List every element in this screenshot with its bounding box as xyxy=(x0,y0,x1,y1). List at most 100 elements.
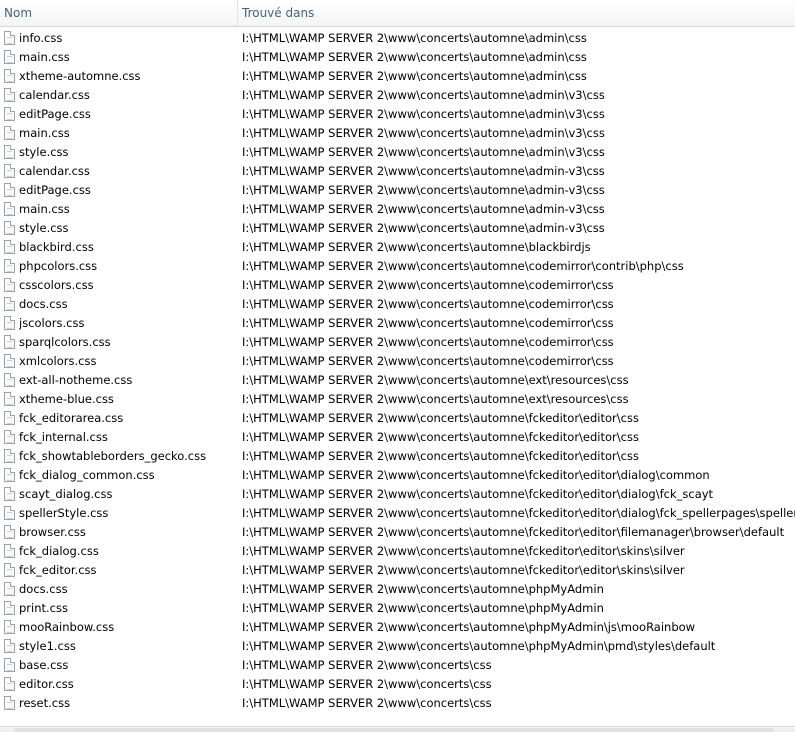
file-name: fck_editor.css xyxy=(19,563,97,577)
file-name: style.css xyxy=(19,145,69,159)
file-location: I:\HTML\WAMP SERVER 2\www\concerts\autom… xyxy=(242,544,685,558)
file-location: I:\HTML\WAMP SERVER 2\www\concerts\autom… xyxy=(242,639,716,653)
file-row[interactable]: blackbird.css I:\HTML\WAMP SERVER 2\www\c… xyxy=(0,238,795,257)
file-location: I:\HTML\WAMP SERVER 2\www\concerts\autom… xyxy=(242,69,587,83)
document-icon xyxy=(4,126,15,140)
file-row[interactable]: xtheme-automne.css I:\HTML\WAMP SERVER 2\… xyxy=(0,67,795,86)
file-location: I:\HTML\WAMP SERVER 2\www\concerts\autom… xyxy=(242,373,629,387)
document-icon xyxy=(4,278,15,292)
file-name: spellerStyle.css xyxy=(19,506,109,520)
file-location: I:\HTML\WAMP SERVER 2\www\concerts\autom… xyxy=(242,240,591,254)
column-header-bar: Nom Trouvé dans xyxy=(0,0,795,27)
file-row[interactable]: fck_internal.css I:\HTML\WAMP SERVER 2\ww… xyxy=(0,428,795,447)
file-location: I:\HTML\WAMP SERVER 2\www\concerts\autom… xyxy=(242,88,605,102)
document-icon xyxy=(4,145,15,159)
document-icon xyxy=(4,240,15,254)
file-name: editor.css xyxy=(19,677,74,691)
file-row[interactable]: fck_editorarea.css I:\HTML\WAMP SERVER 2\… xyxy=(0,409,795,428)
document-icon xyxy=(4,335,15,349)
file-location: I:\HTML\WAMP SERVER 2\www\concerts\autom… xyxy=(242,126,605,140)
document-icon xyxy=(4,658,15,672)
file-row[interactable]: docs.css I:\HTML\WAMP SERVER 2\www\concer… xyxy=(0,580,795,599)
file-row[interactable]: editPage.css I:\HTML\WAMP SERVER 2\www\co… xyxy=(0,105,795,124)
file-row[interactable]: fck_showtableborders_gecko.css I:\HTML\WA… xyxy=(0,447,795,466)
file-row[interactable]: sparqlcolors.css I:\HTML\WAMP SERVER 2\ww… xyxy=(0,333,795,352)
document-icon xyxy=(4,373,15,387)
file-name: fck_internal.css xyxy=(19,430,108,444)
file-name: ext-all-notheme.css xyxy=(19,373,133,387)
file-name: main.css xyxy=(19,50,70,64)
file-name: sparqlcolors.css xyxy=(19,335,111,349)
file-row[interactable]: xmlcolors.css I:\HTML\WAMP SERVER 2\www\c… xyxy=(0,352,795,371)
document-icon xyxy=(4,221,15,235)
file-location: I:\HTML\WAMP SERVER 2\www\concerts\autom… xyxy=(242,392,629,406)
file-name: xtheme-automne.css xyxy=(19,69,141,83)
file-row[interactable]: fck_dialog.css I:\HTML\WAMP SERVER 2\www\… xyxy=(0,542,795,561)
file-location: I:\HTML\WAMP SERVER 2\www\concerts\autom… xyxy=(242,145,605,159)
file-row[interactable]: docs.css I:\HTML\WAMP SERVER 2\www\concer… xyxy=(0,295,795,314)
document-icon xyxy=(4,430,15,444)
file-row[interactable]: phpcolors.css I:\HTML\WAMP SERVER 2\www\c… xyxy=(0,257,795,276)
file-location: I:\HTML\WAMP SERVER 2\www\concerts\autom… xyxy=(242,164,605,178)
file-location: I:\HTML\WAMP SERVER 2\www\concerts\autom… xyxy=(242,107,605,121)
column-header-location[interactable]: Trouvé dans xyxy=(238,0,795,26)
file-location: I:\HTML\WAMP SERVER 2\www\concerts\autom… xyxy=(242,316,614,330)
document-icon xyxy=(4,506,15,520)
file-name: browser.css xyxy=(19,525,86,539)
file-location: I:\HTML\WAMP SERVER 2\www\concerts\css xyxy=(242,658,492,672)
document-icon xyxy=(4,468,15,482)
file-row[interactable]: info.css I:\HTML\WAMP SERVER 2\www\concer… xyxy=(0,29,795,48)
document-icon xyxy=(4,88,15,102)
document-icon xyxy=(4,563,15,577)
file-row[interactable]: style1.css I:\HTML\WAMP SERVER 2\www\conc… xyxy=(0,637,795,656)
file-row[interactable]: calendar.css I:\HTML\WAMP SERVER 2\www\co… xyxy=(0,86,795,105)
document-icon xyxy=(4,297,15,311)
file-location: I:\HTML\WAMP SERVER 2\www\concerts\autom… xyxy=(242,582,604,596)
file-row[interactable]: editor.css I:\HTML\WAMP SERVER 2\www\conc… xyxy=(0,675,795,694)
document-icon xyxy=(4,183,15,197)
file-row[interactable]: main.css I:\HTML\WAMP SERVER 2\www\concer… xyxy=(0,200,795,219)
file-location: I:\HTML\WAMP SERVER 2\www\concerts\autom… xyxy=(242,202,605,216)
file-row[interactable]: browser.css I:\HTML\WAMP SERVER 2\www\con… xyxy=(0,523,795,542)
file-row[interactable]: reset.css I:\HTML\WAMP SERVER 2\www\conce… xyxy=(0,694,795,713)
file-row[interactable]: calendar.css I:\HTML\WAMP SERVER 2\www\co… xyxy=(0,162,795,181)
document-icon xyxy=(4,449,15,463)
column-header-name[interactable]: Nom xyxy=(0,0,238,26)
file-row[interactable]: style.css I:\HTML\WAMP SERVER 2\www\conce… xyxy=(0,219,795,238)
file-name: xmlcolors.css xyxy=(19,354,97,368)
file-row[interactable]: spellerStyle.css I:\HTML\WAMP SERVER 2\ww… xyxy=(0,504,795,523)
file-name: docs.css xyxy=(19,582,68,596)
file-location: I:\HTML\WAMP SERVER 2\www\concerts\css xyxy=(242,677,492,691)
horizontal-scrollbar-thumb[interactable] xyxy=(14,728,774,732)
document-icon xyxy=(4,50,15,64)
file-name: scayt_dialog.css xyxy=(19,487,113,501)
file-row[interactable]: scayt_dialog.css I:\HTML\WAMP SERVER 2\ww… xyxy=(0,485,795,504)
file-location: I:\HTML\WAMP SERVER 2\www\concerts\autom… xyxy=(242,525,785,539)
file-row[interactable]: main.css I:\HTML\WAMP SERVER 2\www\concer… xyxy=(0,48,795,67)
file-row[interactable]: ext-all-notheme.css I:\HTML\WAMP SERVER 2… xyxy=(0,371,795,390)
file-name: base.css xyxy=(19,658,69,672)
file-row[interactable]: style.css I:\HTML\WAMP SERVER 2\www\conce… xyxy=(0,143,795,162)
file-location: I:\HTML\WAMP SERVER 2\www\concerts\autom… xyxy=(242,259,684,273)
file-row[interactable]: jscolors.css I:\HTML\WAMP SERVER 2\www\co… xyxy=(0,314,795,333)
file-row[interactable]: mooRainbow.css I:\HTML\WAMP SERVER 2\www\… xyxy=(0,618,795,637)
file-name: fck_showtableborders_gecko.css xyxy=(19,449,207,463)
file-row[interactable]: base.css I:\HTML\WAMP SERVER 2\www\concer… xyxy=(0,656,795,675)
file-row[interactable]: fck_editor.css I:\HTML\WAMP SERVER 2\www\… xyxy=(0,561,795,580)
file-row[interactable]: editPage.css I:\HTML\WAMP SERVER 2\www\co… xyxy=(0,181,795,200)
file-row[interactable]: main.css I:\HTML\WAMP SERVER 2\www\concer… xyxy=(0,124,795,143)
file-location: I:\HTML\WAMP SERVER 2\www\concerts\autom… xyxy=(242,50,587,64)
file-row[interactable]: csscolors.css I:\HTML\WAMP SERVER 2\www\c… xyxy=(0,276,795,295)
file-row[interactable]: xtheme-blue.css I:\HTML\WAMP SERVER 2\www… xyxy=(0,390,795,409)
document-icon xyxy=(4,259,15,273)
document-icon xyxy=(4,544,15,558)
file-name: main.css xyxy=(19,202,70,216)
document-icon xyxy=(4,202,15,216)
file-row[interactable]: fck_dialog_common.css I:\HTML\WAMP SERVER… xyxy=(0,466,795,485)
file-location: I:\HTML\WAMP SERVER 2\www\concerts\autom… xyxy=(242,31,587,45)
file-name: phpcolors.css xyxy=(19,259,98,273)
horizontal-scrollbar[interactable] xyxy=(0,726,795,732)
file-name: style1.css xyxy=(19,639,76,653)
document-icon xyxy=(4,31,15,45)
file-row[interactable]: print.css I:\HTML\WAMP SERVER 2\www\conce… xyxy=(0,599,795,618)
